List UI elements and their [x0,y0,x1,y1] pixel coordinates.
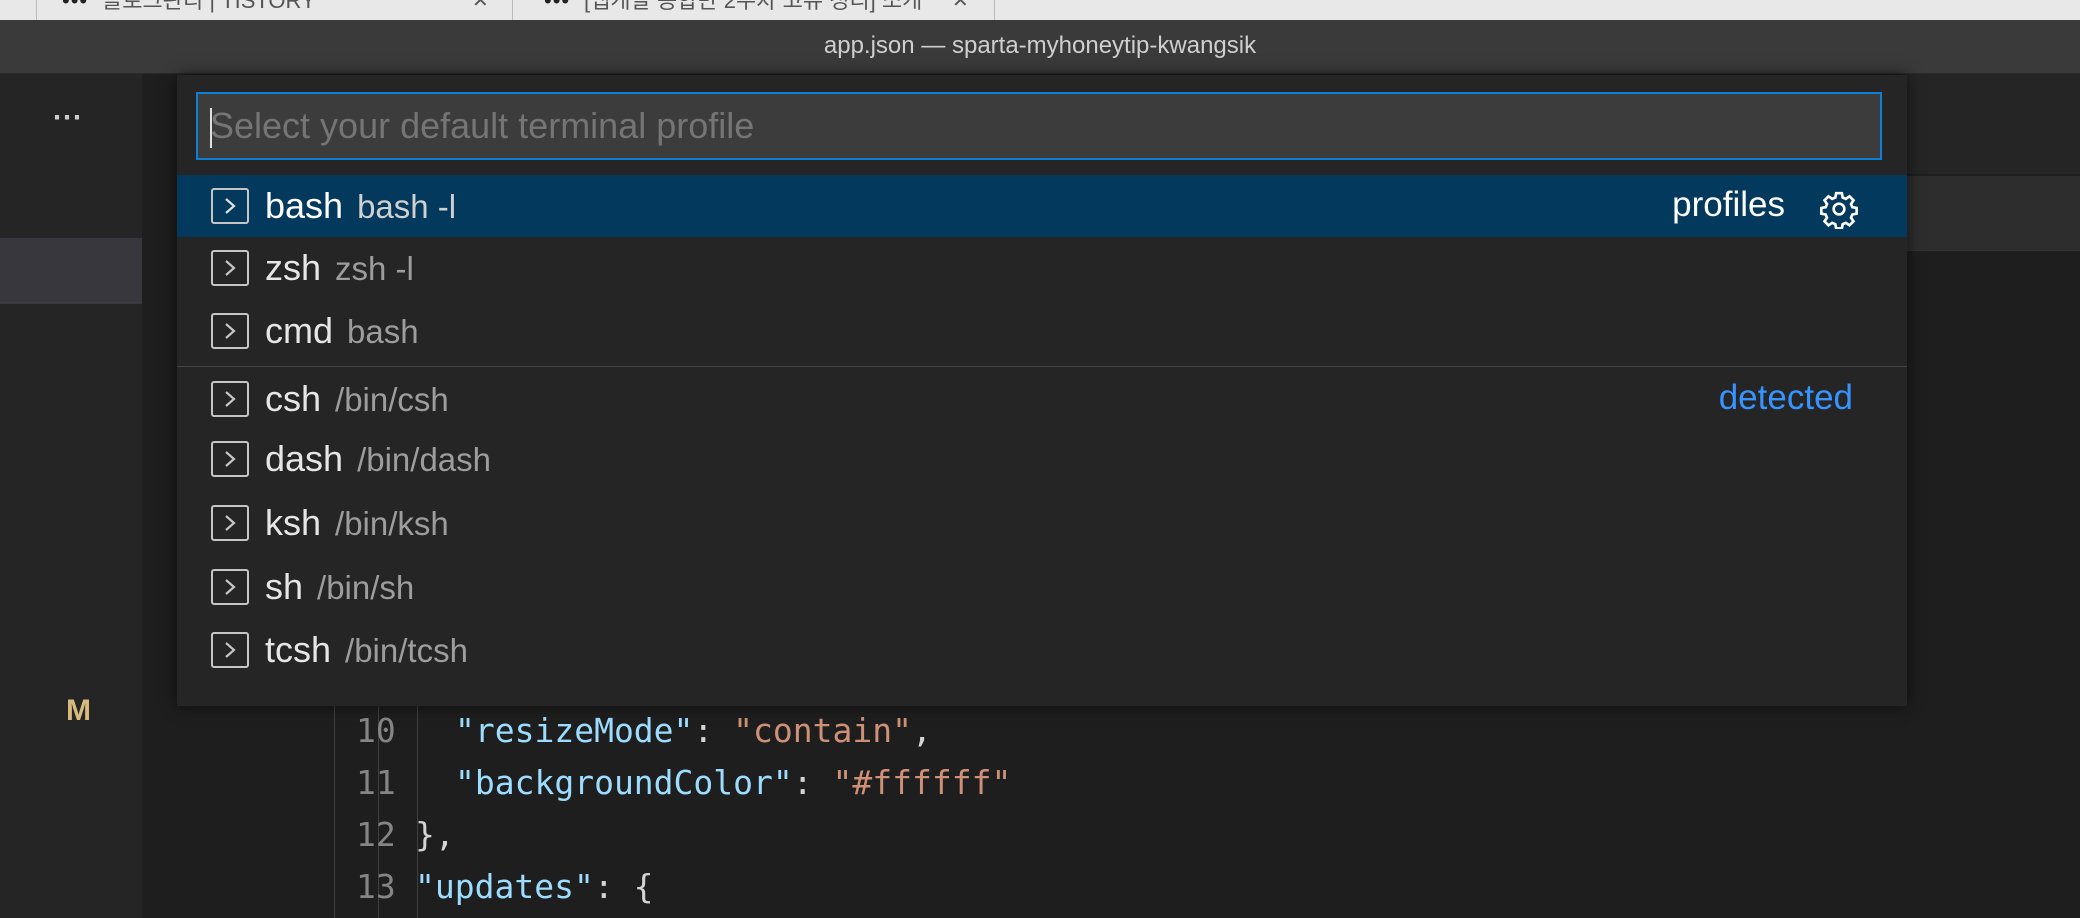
line-number: 10 [356,711,396,750]
profile-name: ksh [265,502,322,543]
window-title-bar: app.json — sparta-myhoneytip-kwangsik [0,20,2080,74]
side-bar [0,74,142,918]
profile-command: /bin/csh [335,381,449,418]
line-number: 12 [356,815,396,854]
group-separator [177,366,1907,367]
profile-item-ksh[interactable]: ksh/bin/ksh [177,492,1907,554]
profile-item-cmd[interactable]: cmd bash [177,300,1907,362]
profile-item-sh[interactable]: sh/bin/sh [177,556,1907,618]
json-colon: : [693,711,734,750]
profile-command: bash [347,313,419,350]
quick-pick-input[interactable] [196,92,1882,160]
profile-command: /bin/tcsh [345,632,468,669]
json-colon: : [593,867,634,906]
editor-tab-bar [1906,176,2080,250]
gear-icon[interactable] [1819,189,1859,229]
profile-name: tcsh [265,629,332,670]
profile-item-zsh[interactable]: zsh zsh -l [177,237,1907,299]
more-actions-icon[interactable]: ⋯ [52,100,84,135]
json-punct: , [911,711,932,750]
browser-tab-title: 블로그관리 | TISTORY [102,0,316,13]
code-line[interactable]: "backgroundColor": "#ffffff" [455,763,1011,802]
tab-close-icon[interactable]: ✕ [952,0,969,11]
profile-command: /bin/ksh [335,505,449,542]
tab-close-icon[interactable]: ✕ [472,0,489,11]
browser-tab-strip: ••• 블로그관리 | TISTORY ✕ ••• [앱개발 종합반 2주차 고… [0,0,2080,20]
profile-command: bash -l [357,188,457,225]
tab-favicon-icon: ••• [62,0,89,13]
profile-name: bash [265,185,344,226]
terminal-icon [211,441,249,477]
tab-favicon-icon: ••• [544,0,571,13]
profile-item-tcsh[interactable]: tcsh/bin/tcsh [177,619,1907,681]
json-value: "#ffffff" [832,763,1012,802]
json-key: "resizeMode" [455,711,694,750]
terminal-icon [211,313,249,349]
profile-name: zsh [265,247,322,288]
terminal-icon [211,381,249,417]
terminal-icon [211,569,249,605]
terminal-icon [211,188,249,224]
profile-name: sh [265,566,304,607]
code-line[interactable]: }, [415,815,455,854]
terminal-profile-quick-pick: bashbash -l profiles zshzsh -l cmdbash c… [177,75,1907,706]
code-line[interactable]: "resizeMode": "contain", [455,711,932,750]
profile-name: cmd [265,310,334,351]
terminal-icon [211,632,249,668]
text-cursor [210,108,212,148]
profile-command: zsh -l [335,250,414,287]
indent-guide [334,700,335,918]
side-bar-highlighted-row[interactable] [0,238,142,304]
profile-command: /bin/dash [357,441,492,478]
editor-toolbar-area [1906,74,2080,174]
json-key: "updates" [415,867,594,906]
browser-tab-1[interactable]: ••• 블로그관리 | TISTORY ✕ [62,0,502,20]
tab-divider [36,0,37,20]
json-key: "backgroundColor" [455,763,793,802]
code-editor[interactable]: 10 "resizeMode": "contain", 11 "backgrou… [142,700,2080,918]
code-line[interactable]: "updates": { [415,867,653,906]
profile-item-dash[interactable]: dash/bin/dash [177,428,1907,490]
profile-item-bash[interactable]: bash bash -l profiles [177,175,1907,237]
profile-command: /bin/sh [317,569,415,606]
side-bar-divider [0,302,142,303]
tab-divider [512,0,513,20]
line-number: 13 [356,867,396,906]
tab-divider [994,0,995,20]
editor-breadcrumb [1906,250,2080,287]
group-label-profiles: profiles [1672,185,1785,224]
terminal-icon [211,250,249,286]
modified-badge: M [66,694,91,727]
terminal-icon [211,505,249,541]
line-number: 11 [356,763,396,802]
json-punct: { [633,867,654,906]
profile-item-csh[interactable]: csh/bin/csh detected [177,368,1907,430]
browser-tab-title: [앱개발 종합반 2주차 고유 정리] 소개 [584,0,923,13]
browser-tab-2[interactable]: ••• [앱개발 종합반 2주차 고유 정리] 소개 ✕ [544,0,984,20]
json-value: "contain" [733,711,912,750]
group-label-detected: detected [1718,378,1853,417]
profile-name: csh [265,378,322,419]
window-title: app.json — sparta-myhoneytip-kwangsik [823,32,1257,59]
json-colon: : [792,763,833,802]
profile-name: dash [265,438,344,479]
